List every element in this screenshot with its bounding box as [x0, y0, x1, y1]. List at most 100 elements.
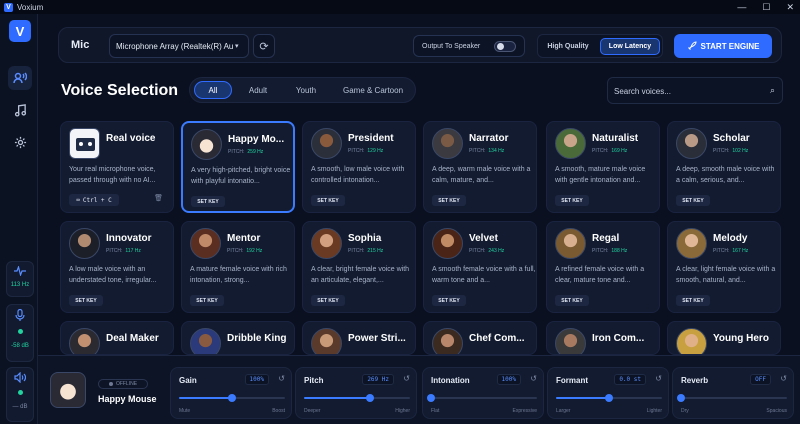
voice-card-innovator[interactable]: Innovator PITCH: 117 Hz A low male voice …: [60, 221, 174, 313]
start-engine-button[interactable]: START ENGINE: [674, 34, 772, 58]
pitch-slider[interactable]: [304, 394, 410, 402]
voice-name: President: [348, 133, 394, 144]
close-icon[interactable]: ✕: [786, 2, 794, 13]
pitch-max-label: Higher: [395, 408, 410, 414]
slider-handle[interactable]: [605, 394, 613, 402]
formant-label: Formant: [556, 376, 588, 385]
refresh-button[interactable]: ⟳: [253, 34, 275, 58]
intonation-max-label: Expressive: [512, 408, 537, 414]
reset-icon[interactable]: ↺: [403, 374, 410, 383]
filter-adult[interactable]: Adult: [238, 81, 278, 99]
nav-voice-button[interactable]: [8, 66, 32, 90]
voice-card-president[interactable]: President PITCH: 129 Hz A smooth, low mal…: [302, 121, 416, 213]
maximize-icon[interactable]: ☐: [762, 2, 770, 13]
voice-description: Your real microphone voice, passed throu…: [69, 166, 156, 184]
voice-description: A smooth female voice with a full, warm …: [432, 266, 536, 284]
set-key-button[interactable]: SET KEY: [432, 195, 466, 206]
set-key-button[interactable]: SET KEY: [311, 195, 345, 206]
slider-fill: [179, 397, 232, 399]
set-key-button[interactable]: SET KEY: [191, 196, 225, 207]
voice-name: Power Stri...: [348, 333, 406, 344]
reverb-control: Reverb OFF ↺ Dry Spacious: [672, 367, 794, 419]
set-key-button[interactable]: SET KEY: [555, 295, 589, 306]
voice-card-scholar[interactable]: Scholar PITCH: 102 Hz A deep, smooth male…: [667, 121, 781, 213]
reverb-slider[interactable]: [677, 394, 787, 402]
pitch-value: 102 Hz: [732, 148, 749, 154]
formant-value: 0.0 st: [614, 374, 646, 385]
slider-handle[interactable]: [365, 394, 374, 402]
voice-card-regal[interactable]: Regal PITCH: 188 Hz A refined female voic…: [546, 221, 660, 313]
slider-handle[interactable]: [427, 394, 435, 402]
voice-card-chef-commander[interactable]: Chef Com...: [423, 321, 537, 355]
speaker-meter: — dB: [6, 367, 34, 422]
output-toggle-switch[interactable]: [494, 41, 516, 52]
voice-card-mentor[interactable]: Mentor PITCH: 192 Hz A mature female voic…: [181, 221, 295, 313]
filter-game-cartoon[interactable]: Game & Cartoon: [334, 81, 412, 99]
set-key-button[interactable]: SET KEY: [432, 295, 466, 306]
slider-handle[interactable]: [228, 394, 236, 402]
reset-icon[interactable]: ↺: [278, 374, 285, 383]
status-badge: OFFLINE: [98, 379, 148, 389]
reverb-value: OFF: [750, 374, 771, 385]
voice-description: A clear, light female voice with a smoot…: [676, 266, 776, 284]
voice-card-power-striker[interactable]: Power Stri...: [302, 321, 416, 355]
status-dot: [108, 382, 113, 386]
mic-label: Mic: [71, 39, 90, 51]
pitch-label: PITCH:: [106, 248, 123, 254]
mic-device-select[interactable]: Microphone Array (Realtek(R) Au: [109, 34, 249, 58]
voice-name: Chef Com...: [469, 333, 525, 344]
voice-card-deal-maker[interactable]: Deal Maker: [60, 321, 174, 355]
quality-mode-selector: High Quality Low Latency: [537, 34, 663, 58]
filter-all[interactable]: All: [194, 81, 232, 99]
voice-card-iron-commander[interactable]: Iron Com...: [546, 321, 660, 355]
formant-slider[interactable]: [556, 394, 662, 402]
nav-music-button[interactable]: [8, 98, 32, 122]
formant-max-label: Lighter: [646, 408, 662, 414]
voice-card-velvet[interactable]: Velvet PITCH: 243 Hz A smooth female voic…: [423, 221, 537, 313]
set-key-button[interactable]: SET KEY: [69, 295, 103, 306]
intonation-slider[interactable]: [427, 394, 537, 402]
gain-value: 100%: [244, 374, 269, 385]
reset-icon[interactable]: ↺: [780, 374, 787, 383]
filter-youth[interactable]: Youth: [284, 81, 328, 99]
pitch-value: 117 Hz: [125, 248, 141, 254]
title-bar: V Voxium — ☐ ✕: [0, 0, 800, 14]
set-key-button[interactable]: SET KEY: [311, 295, 345, 306]
sophia-avatar: [311, 228, 342, 259]
iron-commander-avatar: [555, 328, 586, 354]
low-latency-button[interactable]: Low Latency: [600, 38, 660, 55]
search-input[interactable]: Search voices... ⌕: [607, 77, 783, 104]
voice-description: A very high-pitched, bright voice with p…: [191, 167, 291, 185]
sidebar: V 113 Hz -58 dB — dB: [0, 14, 38, 424]
voice-card-dribble-king[interactable]: Dribble King: [181, 321, 295, 355]
gain-slider[interactable]: [179, 394, 285, 402]
gear-icon: [14, 136, 26, 148]
voice-card-naturalist[interactable]: Naturalist PITCH: 169 Hz A smooth, mature…: [546, 121, 660, 213]
engine-topbar: Mic Microphone Array (Realtek(R) Au ▾ ⟳ …: [58, 27, 782, 63]
set-key-button[interactable]: SET KEY: [190, 295, 224, 306]
voice-card-melody[interactable]: Melody PITCH: 167 Hz A clear, light femal…: [667, 221, 781, 313]
reset-icon[interactable]: ↺: [655, 374, 662, 383]
trash-icon[interactable]: 🗑: [154, 194, 163, 202]
voice-card-happy-mouse[interactable]: Happy Mo... PITCH: 259 Hz A very high-pit…: [181, 121, 295, 213]
voice-card-young-hero[interactable]: Young Hero: [667, 321, 781, 355]
set-key-button[interactable]: SET KEY: [676, 295, 710, 306]
window-title: Voxium: [17, 2, 44, 12]
pitch-meter-value: 113 Hz: [10, 282, 30, 288]
nav-settings-button[interactable]: [8, 130, 32, 154]
minimize-icon[interactable]: —: [737, 2, 746, 12]
output-to-speaker-toggle[interactable]: Output To Speaker: [413, 35, 525, 57]
reset-icon[interactable]: ↺: [530, 374, 537, 383]
pitch-control-value: 269 Hz: [362, 374, 394, 385]
speaker-level-dot: [17, 390, 23, 395]
set-key-button[interactable]: SET KEY: [555, 195, 589, 206]
set-key-button[interactable]: SET KEY: [676, 195, 710, 206]
voice-card-sophia[interactable]: Sophia PITCH: 215 Hz A clear, bright fema…: [302, 221, 416, 313]
slider-handle[interactable]: [677, 394, 685, 402]
voice-hotkey[interactable]: ⌨ Ctrl + C: [69, 194, 119, 206]
young-hero-avatar: [676, 328, 707, 354]
voice-card-real-voice[interactable]: Real voice Your real microphone voice, p…: [60, 121, 174, 213]
voice-card-narrator[interactable]: Narrator PITCH: 134 Hz A deep, warm male …: [423, 121, 537, 213]
voice-name: Dribble King: [227, 333, 287, 344]
high-quality-button[interactable]: High Quality: [542, 38, 594, 55]
